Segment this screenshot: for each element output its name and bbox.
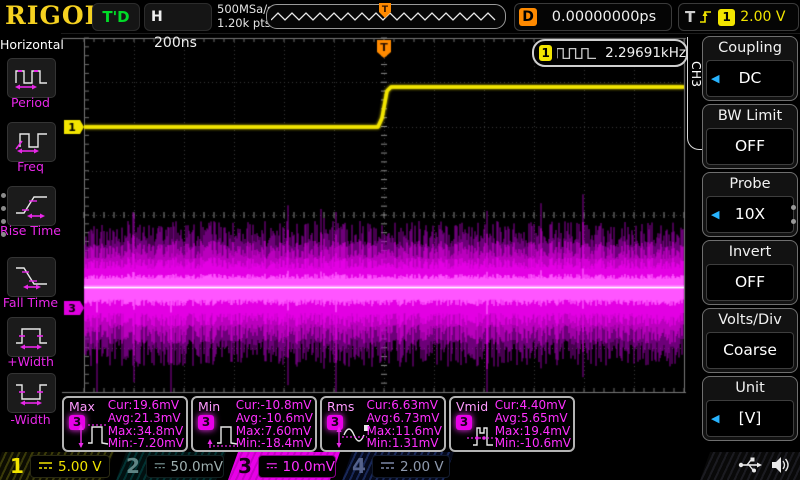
channel-4-scale: 2.00 V	[400, 459, 444, 475]
menu-item-volts-div[interactable]: Volts/Div ◀Coarse	[702, 308, 798, 373]
measure-item-plus-width[interactable]	[7, 317, 56, 357]
measure-item-minus-width-label: -Width	[0, 412, 61, 427]
rising-edge-icon	[700, 9, 713, 25]
trigger-status-badge: T'D	[92, 3, 140, 31]
horizontal-timebase[interactable]: H 200ns	[144, 3, 212, 31]
acquisition-info: 500MSa/s 1.20k pts	[217, 2, 273, 30]
plus-width-icon	[14, 324, 50, 350]
trigger-source-badge: 1	[718, 9, 735, 26]
h-label: H	[151, 9, 163, 25]
measurement-max: Max 3 Cur:19.6mV Avg:21.3mV Max:34.8mV M…	[62, 396, 188, 452]
rise-time-icon	[14, 193, 50, 219]
freq-counter-value: 2.29691kHz	[605, 45, 686, 61]
channel-3-number: 3	[238, 454, 252, 478]
measurement-min: Min 3 Cur:-10.8mV Avg:-10.6mV Max:7.60mV…	[191, 396, 317, 452]
delay-badge: D	[519, 8, 537, 26]
channel-3-scale: 10.0mV	[283, 459, 335, 475]
menu-item-unit[interactable]: Unit ◀[V]	[702, 376, 798, 441]
trigger-info[interactable]: T 1 2.00 V	[678, 3, 799, 31]
dc-coupling-icon	[154, 461, 166, 472]
channel-bar: 1 5.00 V 2 50.0mV 3	[0, 452, 800, 480]
fall-time-icon	[14, 264, 50, 290]
top-bar: RIGOL T'D H 200ns 500MSa/s 1.20k pts T D…	[0, 0, 800, 34]
timebase-value: 200ns	[154, 35, 197, 51]
measure-item-freq[interactable]	[7, 122, 56, 162]
measure-item-period[interactable]	[7, 58, 56, 98]
right-menu-page-dots	[791, 205, 796, 233]
waveform-position-bar[interactable]: T	[266, 4, 506, 29]
trigger-level-value: 2.00 V	[740, 9, 785, 25]
memory-depth: 1.20k pts	[217, 16, 273, 30]
minus-width-icon	[14, 380, 50, 406]
measure-item-rise-time[interactable]	[7, 186, 56, 226]
pulse-train-icon	[557, 47, 598, 60]
delay-value: 0.00000000ps	[537, 9, 671, 25]
rigol-logo: RIGOL	[5, 1, 103, 30]
channel-1-number: 1	[10, 454, 24, 478]
left-arrow-icon: ◀	[711, 197, 719, 232]
usb-icon	[738, 456, 762, 474]
freq-counter-channel-badge: 1	[539, 45, 552, 61]
speaker-icon	[770, 456, 790, 474]
measure-item-period-label: Period	[0, 95, 61, 110]
measure-item-fall-time[interactable]	[7, 257, 56, 297]
measure-item-fall-time-label: Fall Time	[0, 295, 61, 310]
menu-item-coupling[interactable]: Coupling ◀DC	[702, 36, 798, 101]
period-icon	[14, 65, 50, 91]
dc-coupling-icon	[380, 461, 395, 472]
measure-menu-title: Horizontal	[0, 37, 61, 52]
left-arrow-icon: ◀	[711, 61, 719, 96]
channel-settings-menu: Coupling ◀DC BW Limit ◀OFF Probe ◀10X In…	[702, 36, 798, 444]
measure-item-rise-time-label: Rise Time	[0, 223, 61, 238]
channel-4-number: 4	[352, 454, 366, 478]
oscilloscope-screen: RIGOL T'D H 200ns 500MSa/s 1.20k pts T D…	[0, 0, 800, 480]
channel-1-scale: 5.00 V	[58, 459, 102, 475]
channel-2-scale: 50.0mV	[171, 459, 223, 475]
left-arrow-icon: ◀	[711, 401, 719, 436]
measure-item-minus-width[interactable]	[7, 373, 56, 413]
dc-coupling-icon	[38, 461, 53, 472]
measurement-panel: Max 3 Cur:19.6mV Avg:21.3mV Max:34.8mV M…	[62, 396, 575, 452]
menu-item-probe[interactable]: Probe ◀10X	[702, 172, 798, 237]
measure-item-freq-label: Freq	[0, 159, 61, 174]
freq-icon	[14, 129, 50, 155]
trigger-label: T	[685, 8, 695, 26]
channel-2-number: 2	[126, 454, 140, 478]
measurement-vmid: Vmid 3 Cur:4.40mV Avg:5.65mV Max:19.4mV …	[449, 396, 575, 452]
measure-item-plus-width-label: +Width	[0, 354, 61, 369]
dc-coupling-icon	[266, 461, 278, 472]
menu-item-invert[interactable]: Invert ◀OFF	[702, 240, 798, 305]
measurement-rms: Rms 3 Cur:6.63mV Avg:6.73mV Max:11.6mV M…	[320, 396, 446, 452]
menu-item-bw-limit[interactable]: BW Limit ◀OFF	[702, 104, 798, 169]
frequency-counter: 1 2.29691kHz	[532, 39, 688, 67]
measure-menu: Horizontal Period Freq	[0, 33, 61, 452]
menu-page-dots	[1, 193, 6, 245]
sample-rate: 500MSa/s	[217, 2, 273, 16]
trigger-delay[interactable]: D 0.00000000ps	[514, 3, 672, 31]
svg-text:T: T	[382, 5, 389, 15]
memory-trigger-marker[interactable]: T	[378, 3, 392, 19]
